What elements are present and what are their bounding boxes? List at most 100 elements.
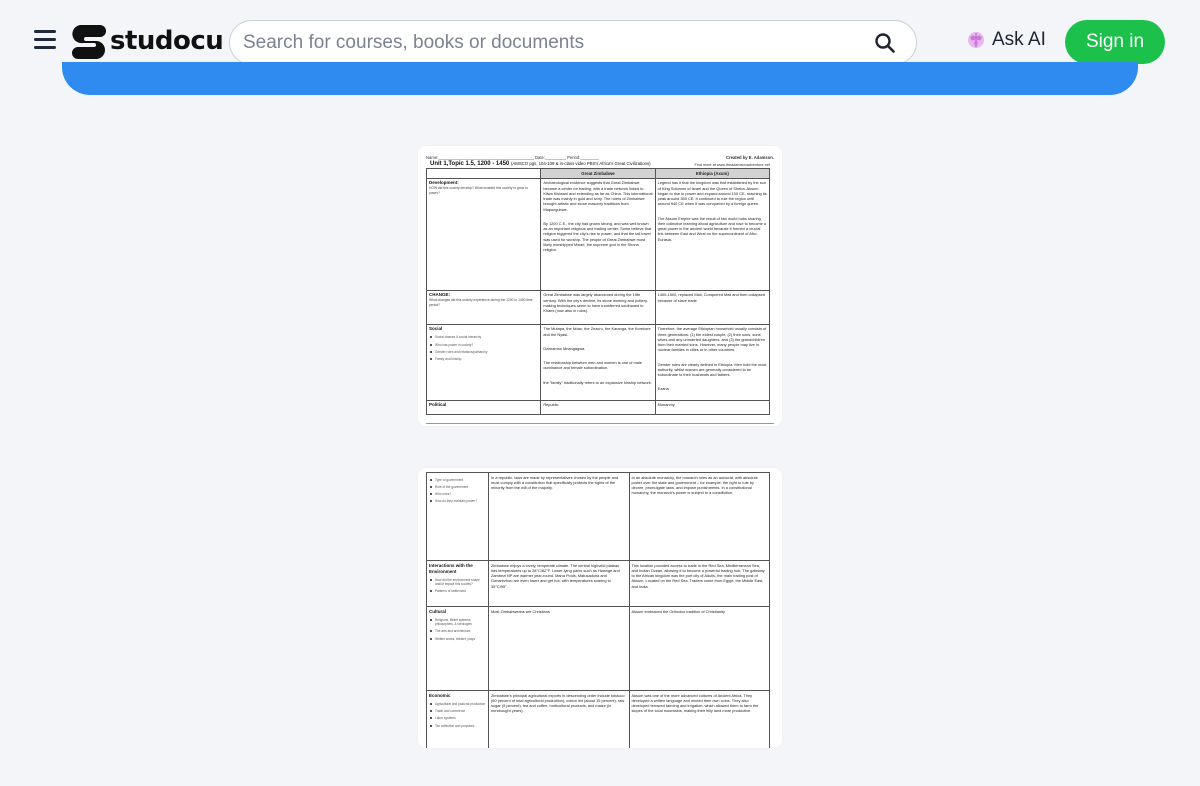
- cell-paragraph: In a republic, laws are made by represen…: [491, 474, 619, 491]
- zimbabwe-cell: Archaeological evidence suggests that Gr…: [540, 177, 656, 291]
- table-header-row: Great Zimbabwe Ethiopia (Axum): [425, 168, 771, 179]
- cell-paragraph: Great Zimbabwe was largely abandoned dur…: [543, 292, 649, 314]
- comparison-table-page-2: Type of government Role of the government…: [426, 472, 770, 748]
- sign-in-button[interactable]: Sign in: [1065, 20, 1165, 64]
- page-bottom-rule: [426, 423, 774, 424]
- row-bullet: Patterns of settlement: [429, 589, 486, 593]
- row-bullet: Role of the government: [429, 485, 486, 489]
- zimbabwe-cell: Zimbabwe enjoys a lovely, temperate clim…: [488, 560, 630, 607]
- row-bullet: Tax collection and purposes: [429, 724, 486, 728]
- zimbabwe-cell: In a republic, laws are made by represen…: [488, 472, 630, 561]
- table-row: Economic Agricultural and pastoral produc…: [426, 690, 770, 748]
- cell-paragraph: Ezana: [657, 386, 669, 392]
- row-bullet: How did the environment shape and/or imp…: [429, 578, 486, 587]
- find-more-link: Find more at www.theadamsonadventure.net: [694, 163, 770, 167]
- row-bullet: Agricultural and pastoral production: [429, 702, 486, 706]
- ethiopia-cell: Monarchy: [654, 399, 771, 415]
- ethiopia-cell: This location provided access to trade i…: [628, 560, 770, 607]
- row-category-cell: Type of government Role of the government…: [426, 472, 489, 561]
- header-col-b: Ethiopia (Axum): [654, 168, 771, 179]
- cell-paragraph: This location provided access to trade i…: [631, 562, 765, 589]
- table-row: Interactions with the Environment How did…: [426, 560, 770, 607]
- ethiopia-cell: In an absolute monarchy, the monarch rul…: [628, 472, 770, 561]
- document-page-2: Type of government Role of the government…: [418, 468, 782, 748]
- ai-brain-icon: [968, 32, 984, 48]
- cell-paragraph: By 1200 C.E., the city had grown strong,…: [543, 220, 652, 253]
- zimbabwe-cell: Most Zimbabweans are Christians: [488, 606, 630, 691]
- row-category-cell: Interactions with the Environment How did…: [426, 560, 489, 607]
- studocu-logo[interactable]: studocu: [72, 23, 224, 59]
- cell-paragraph: The relationship between men and women i…: [543, 360, 642, 371]
- row-bullet: Gender roles and relations/patriarchy: [429, 350, 538, 354]
- search-input[interactable]: [243, 31, 843, 55]
- cell-paragraph: Monarchy: [657, 402, 675, 408]
- row-label: Social: [429, 326, 443, 332]
- unit-title-text: Unit 1,Topic 1.5, 1200 - 1450: [430, 161, 510, 167]
- header-blank: [425, 168, 542, 179]
- logo-text: studocu: [110, 26, 224, 56]
- row-bullet: Labor systems: [429, 716, 486, 720]
- row-bullet: Family and kinship: [429, 357, 538, 361]
- cell-paragraph: In an absolute monarchy, the monarch rul…: [631, 474, 758, 496]
- cell-paragraph: Republic: [543, 402, 559, 408]
- unit-title: Unit 1,Topic 1.5, 1200 - 1450 (AMSCO pgs…: [430, 161, 651, 167]
- table-row: Cultural Religions, Belief systems, philo…: [426, 606, 770, 691]
- zimbabwe-cell: Great Zimbabwe was largely abandoned dur…: [540, 289, 656, 325]
- cell-paragraph: Aksum embraced the Orthodox tradition of…: [631, 608, 725, 614]
- name-date-line: Name:___________________________________…: [426, 155, 774, 160]
- row-category-cell: CHANGE: What changes did this society exp…: [425, 289, 542, 325]
- row-category-cell: Social Social classes & social hierarchy W…: [425, 323, 542, 401]
- table-row: Political Republic Monarchy: [425, 399, 771, 415]
- search-bar: [229, 20, 917, 65]
- cell-paragraph: Aksum was one of the more advanced cultu…: [631, 692, 759, 714]
- row-category-cell: Economic Agricultural and pastoral produc…: [426, 690, 489, 748]
- cell-paragraph: The Aksum Empire was the result of two w…: [657, 215, 767, 242]
- table-row: Development: HOW did this society develop…: [425, 177, 771, 291]
- row-sub-prompt: What changes did this society experience…: [429, 298, 533, 307]
- row-bullet: Who has power in society?: [429, 343, 538, 347]
- ethiopia-cell: Therefore, the average Ethiopian househo…: [654, 323, 771, 401]
- cell-paragraph: Most Zimbabweans are Christians: [491, 608, 550, 614]
- ask-ai-label: Ask AI: [992, 29, 1046, 50]
- row-category-cell: Cultural Religions, Belief systems, philo…: [426, 606, 489, 691]
- ask-ai-button[interactable]: Ask AI: [966, 29, 1046, 51]
- unit-subtitle: (AMSCO pgs. 104-109 & in-class video PBS…: [510, 161, 651, 166]
- cell-paragraph: the "family" traditionally refers to an …: [543, 379, 652, 385]
- row-bullet: Type of government: [429, 478, 486, 482]
- zimbabwe-cell: Republic: [540, 399, 656, 415]
- zimbabwe-cell: The Mutapa, the Ndau, the Zezuru, the Ka…: [540, 323, 656, 401]
- row-bullet: How do they maintain power?: [429, 499, 486, 503]
- cell-paragraph: Zimbabwe's principal agricultural export…: [491, 692, 625, 714]
- row-bullet: Trade and commerce: [429, 709, 486, 713]
- document-page-1: Name:___________________________________…: [418, 146, 782, 426]
- row-category-cell: Political: [425, 399, 542, 415]
- cell-paragraph: Therefore, the average Ethiopian househo…: [657, 326, 767, 353]
- row-label: Economic: [429, 692, 451, 698]
- header-col-a: Great Zimbabwe: [540, 168, 656, 179]
- ethiopia-cell: 1400-1500, replaced Mali, Conquered Mali…: [654, 289, 771, 325]
- search-icon[interactable]: [874, 32, 896, 54]
- row-sub-prompt: HOW did this society develop? What enabl…: [429, 186, 528, 195]
- menu-icon[interactable]: [34, 30, 56, 50]
- cell-paragraph: Archaeological evidence suggests that Gr…: [543, 180, 653, 212]
- name-line-text: Name:___________________________________…: [426, 155, 600, 160]
- cell-paragraph: Zimbabwe enjoys a lovely, temperate clim…: [491, 562, 620, 589]
- zimbabwe-cell: Zimbabwe's principal agricultural export…: [488, 690, 630, 748]
- created-by: Created by E. Adamson.: [725, 155, 774, 160]
- row-label: Cultural: [429, 608, 447, 614]
- ethiopia-cell: Aksum was one of the more advanced cultu…: [628, 690, 770, 748]
- row-label: Political: [429, 402, 447, 408]
- row-bullet: Written works, theater, plays: [429, 637, 486, 641]
- row-bullet: Social classes & social hierarchy: [429, 335, 538, 339]
- table-row: Social Social classes & social hierarchy W…: [425, 323, 771, 401]
- table-row: CHANGE: What changes did this society exp…: [425, 289, 771, 325]
- cell-paragraph: 1400-1500, replaced Mali, Conquered Mali…: [657, 292, 765, 303]
- ethiopia-cell: Legend has it that the kingdom was first…: [654, 177, 771, 291]
